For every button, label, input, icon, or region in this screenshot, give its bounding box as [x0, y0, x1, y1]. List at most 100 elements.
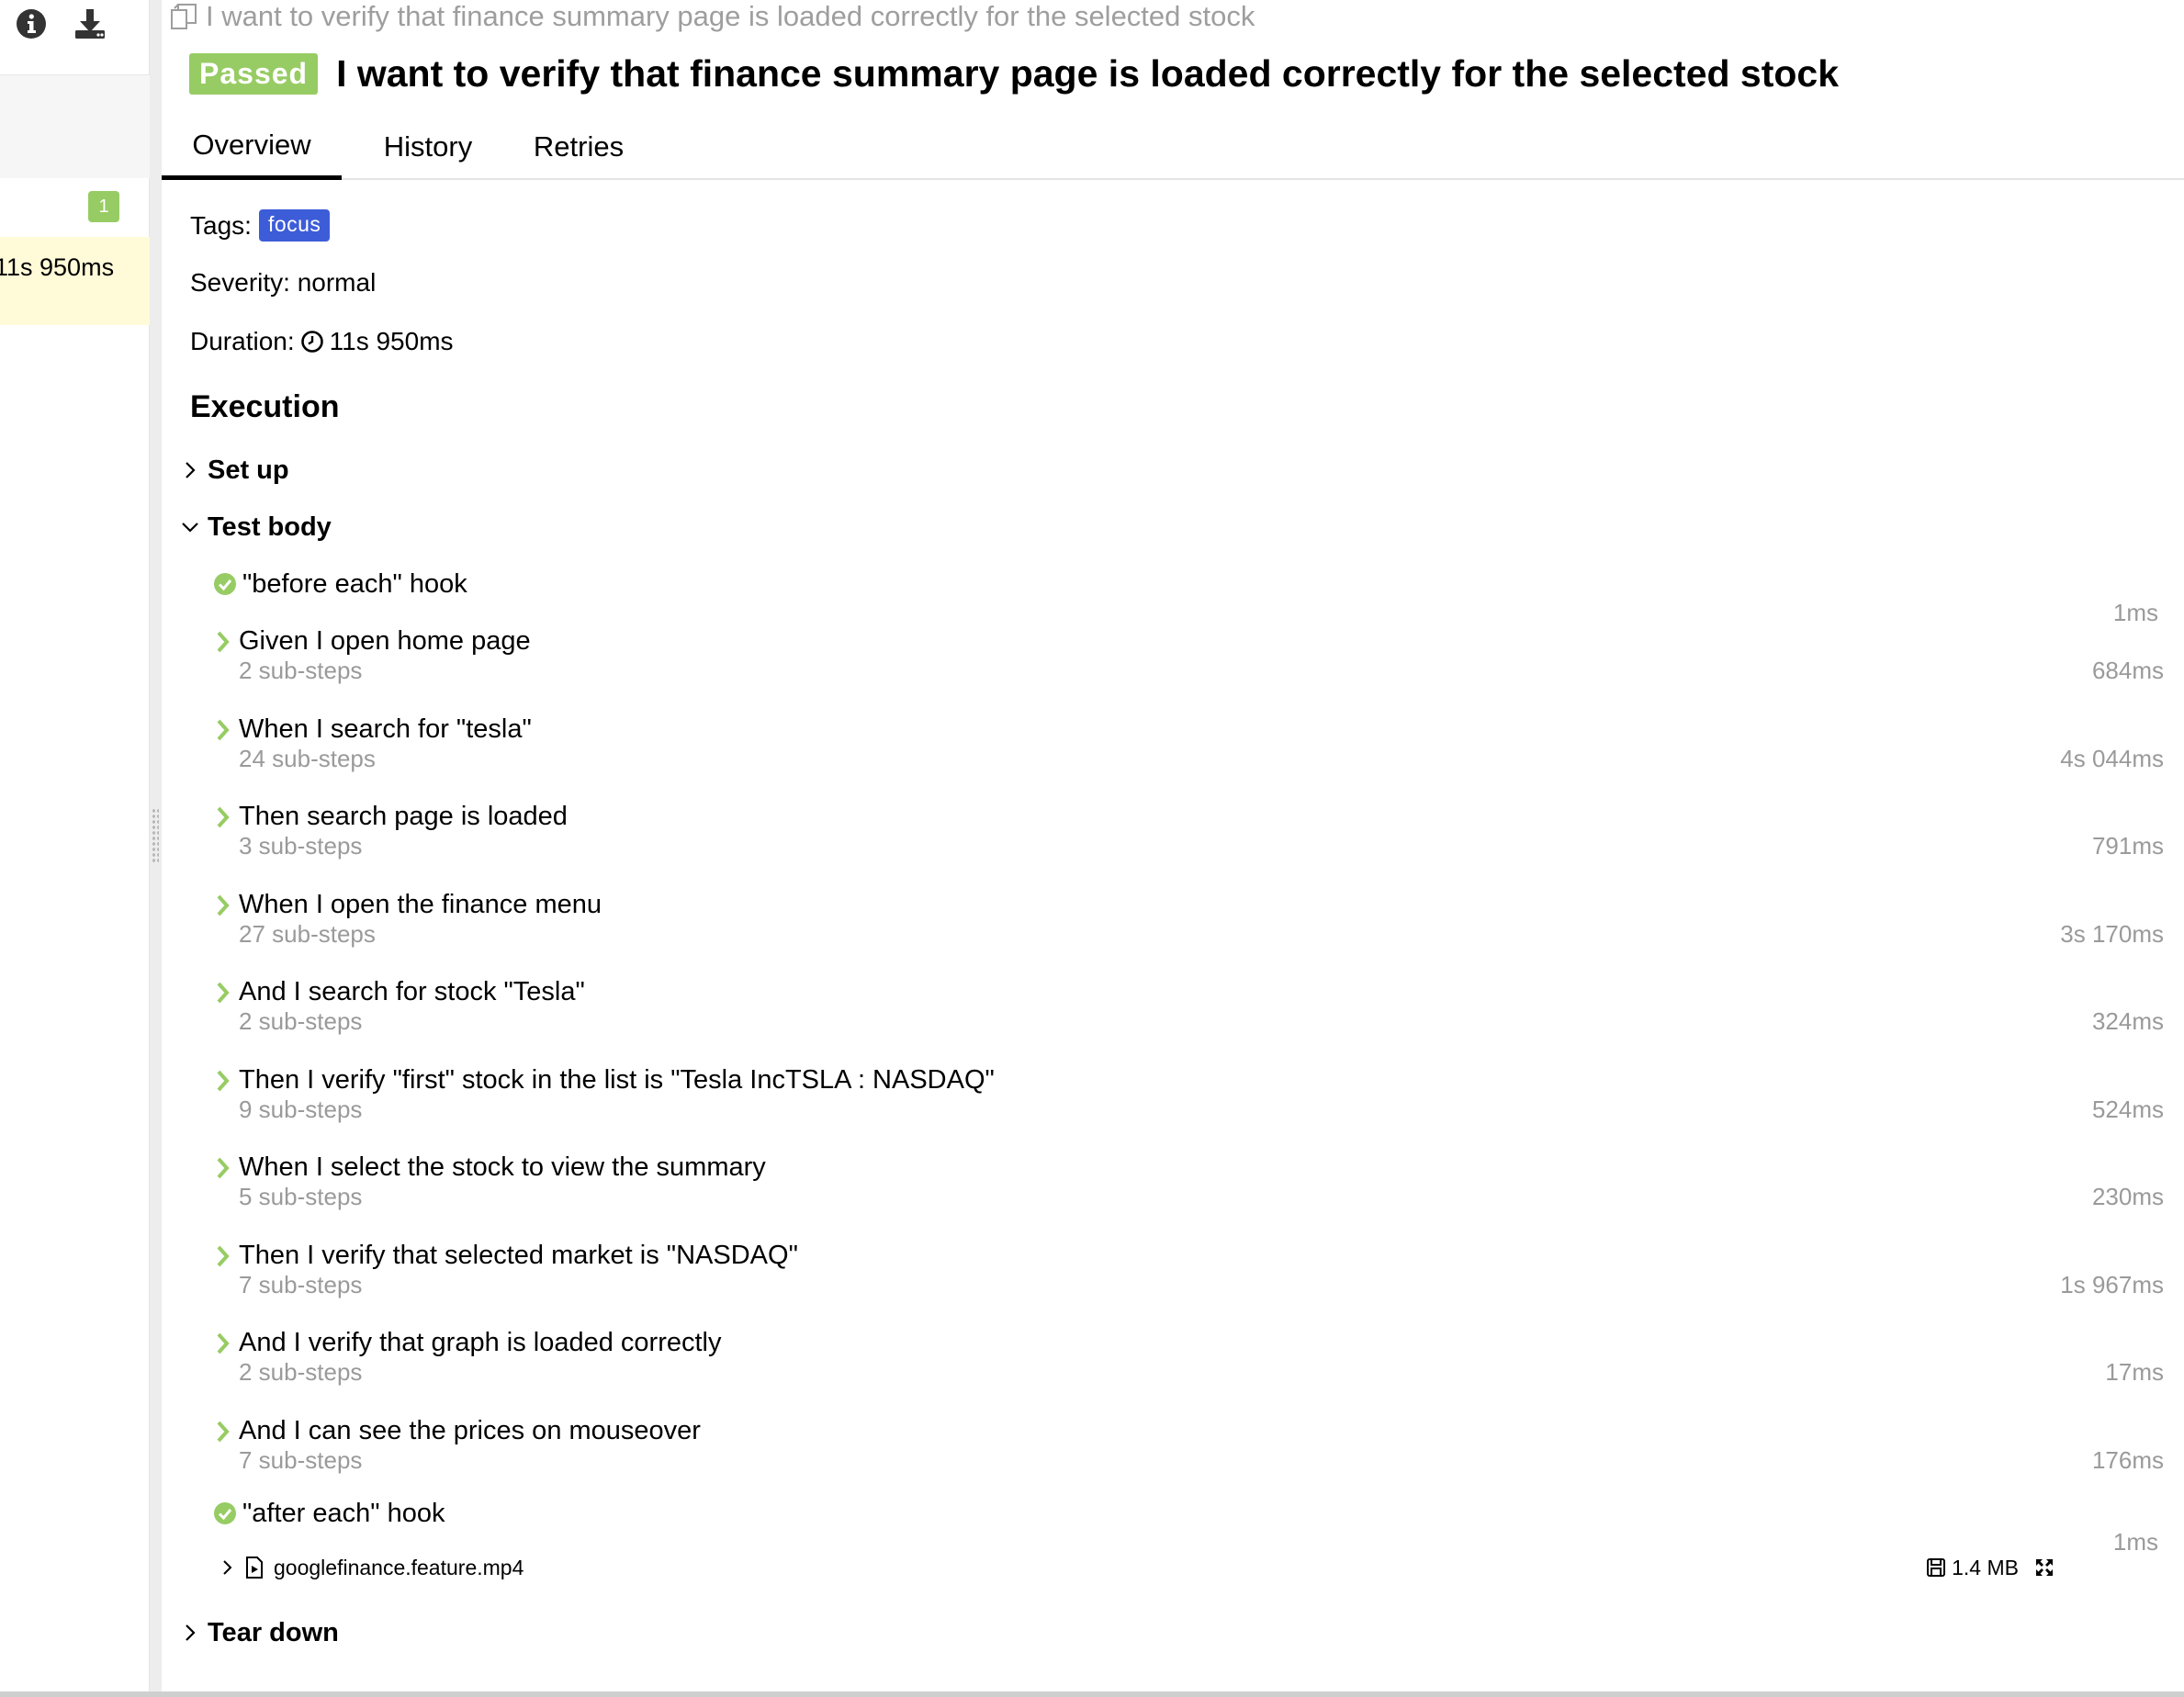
step-expand-arrow-icon[interactable]: [213, 805, 233, 829]
count-badge: 1: [88, 191, 119, 222]
execution-heading: Execution: [190, 389, 340, 424]
test-result-pane: I want to verify that finance summary pa…: [162, 0, 2184, 1697]
tags-label: Tags:: [190, 210, 252, 240]
attachment-size-text: 1.4 MB: [1952, 1555, 2019, 1579]
download-icon[interactable]: [72, 6, 108, 42]
test-full-name: I want to verify that finance summary pa…: [169, 0, 1255, 33]
step-duration: 4s 044ms: [2060, 745, 2164, 772]
step-row[interactable]: And I search for stock "Tesla" 2 sub-step…: [213, 973, 2164, 1056]
setup-label: Set up: [208, 455, 289, 485]
chevron-down-icon: [182, 523, 198, 533]
page-title: I want to verify that finance summary pa…: [336, 51, 1840, 95]
duration-label: Duration:: [190, 327, 295, 355]
before-each-hook[interactable]: "before each" hook: [213, 566, 467, 602]
duration-value: 11s 950ms: [329, 327, 454, 355]
window-bottom-edge: [0, 1691, 2184, 1697]
save-icon: [1927, 1558, 1946, 1577]
tag-badge: focus: [258, 209, 331, 242]
step-duration: 324ms: [2091, 1007, 2164, 1035]
step-name: Then I verify "first" stock in the list …: [239, 1065, 995, 1095]
hook-label: "before each" hook: [242, 568, 467, 599]
step-substeps: 7 sub-steps: [239, 1271, 363, 1298]
step-substeps: 7 sub-steps: [239, 1446, 363, 1474]
tab-retries[interactable]: Retries: [514, 114, 643, 180]
tab-overview[interactable]: Overview: [162, 114, 342, 180]
teardown-label: Tear down: [208, 1617, 339, 1647]
selected-test-duration[interactable]: 11s 950ms: [0, 237, 150, 325]
chevron-right-icon[interactable]: [219, 1559, 235, 1576]
left-tree-header: [0, 75, 150, 178]
step-substeps: 2 sub-steps: [239, 1007, 363, 1035]
expand-icon[interactable]: [2033, 1557, 2055, 1579]
step-expand-arrow-icon[interactable]: [213, 1156, 233, 1180]
attachment-row[interactable]: googlefinance.feature.mp4 1.4 MB: [219, 1552, 2129, 1583]
test-tree-panel: 1 11s 950ms: [0, 0, 150, 1697]
step-duration: 230ms: [2091, 1183, 2164, 1210]
splitter-handle-icon[interactable]: [152, 808, 159, 863]
step-duration: 791ms: [2091, 832, 2164, 860]
step-name: Given I open home page: [239, 626, 531, 656]
info-icon[interactable]: [13, 6, 50, 42]
step-substeps: 24 sub-steps: [239, 745, 376, 772]
step-name: When I open the finance menu: [239, 890, 602, 919]
copy-icon[interactable]: [169, 2, 198, 31]
step-name: Then I verify that selected market is "N…: [239, 1241, 798, 1270]
step-name: And I verify that graph is loaded correc…: [239, 1328, 722, 1357]
step-name: Then search page is loaded: [239, 802, 568, 831]
step-expand-arrow-icon[interactable]: [213, 1420, 233, 1444]
step-name: When I select the stock to view the summ…: [239, 1152, 766, 1182]
step-expand-arrow-icon[interactable]: [213, 1069, 233, 1093]
step-row[interactable]: Then I verify "first" stock in the list …: [213, 1062, 2164, 1144]
tab-history[interactable]: History: [364, 114, 492, 180]
step-row[interactable]: And I verify that graph is loaded correc…: [213, 1324, 2164, 1407]
step-name: And I search for stock "Tesla": [239, 977, 585, 1006]
step-expand-arrow-icon[interactable]: [213, 630, 233, 654]
severity-row: Severity: normal: [190, 268, 377, 297]
step-expand-arrow-icon[interactable]: [213, 1332, 233, 1355]
chevron-right-icon: [186, 1624, 196, 1641]
step-duration: 17ms: [2105, 1358, 2164, 1386]
step-expand-arrow-icon[interactable]: [213, 893, 233, 917]
setup-section[interactable]: Set up: [180, 452, 289, 489]
passed-check-icon: [214, 573, 236, 595]
passed-check-icon: [214, 1502, 236, 1524]
step-row[interactable]: When I search for "tesla" 24 sub-steps 4s …: [213, 711, 2164, 793]
status-badge: Passed: [189, 52, 319, 95]
step-duration: 684ms: [2091, 657, 2164, 684]
tab-bar: Overview History Retries: [162, 114, 2184, 180]
test-full-name-text: I want to verify that finance summary pa…: [206, 0, 1255, 32]
step-expand-arrow-icon[interactable]: [213, 718, 233, 742]
duration-row: Duration: 11s 950ms: [190, 327, 454, 356]
chevron-right-icon: [186, 462, 196, 478]
after-each-hook[interactable]: "after each" hook: [213, 1495, 445, 1532]
attachment-size[interactable]: 1.4 MB: [1926, 1556, 2019, 1580]
step-substeps: 9 sub-steps: [239, 1096, 363, 1123]
step-row[interactable]: Given I open home page 2 sub-steps 684ms: [213, 623, 2164, 705]
step-row[interactable]: Then search page is loaded 3 sub-steps 791…: [213, 798, 2164, 881]
clock-icon: [300, 331, 323, 353]
step-expand-arrow-icon[interactable]: [213, 981, 233, 1005]
tags-row: Tags: focus: [190, 209, 331, 242]
left-toolbar: [0, 0, 150, 75]
step-row[interactable]: Then I verify that selected market is "N…: [213, 1237, 2164, 1320]
step-duration: 1s 967ms: [2060, 1271, 2164, 1298]
step-name: When I search for "tesla": [239, 714, 532, 744]
step-name: And I can see the prices on mouseover: [239, 1416, 701, 1445]
hook-label: "after each" hook: [242, 1498, 445, 1528]
step-duration: 176ms: [2091, 1446, 2164, 1474]
attachment-filename: googlefinance.feature.mp4: [274, 1555, 524, 1579]
step-substeps: 3 sub-steps: [239, 832, 363, 860]
teardown-section[interactable]: Tear down: [180, 1614, 339, 1651]
video-file-icon: [246, 1557, 263, 1579]
title-row: Passed I want to verify that finance sum…: [189, 48, 1839, 99]
test-body-section[interactable]: Test body: [180, 509, 332, 545]
step-row[interactable]: And I can see the prices on mouseover 7 s…: [213, 1412, 2164, 1495]
step-duration: 524ms: [2091, 1096, 2164, 1123]
step-expand-arrow-icon[interactable]: [213, 1244, 233, 1268]
step-substeps: 2 sub-steps: [239, 1358, 363, 1386]
step-duration: 3s 170ms: [2060, 920, 2164, 948]
step-row[interactable]: When I select the stock to view the summ…: [213, 1149, 2164, 1231]
step-row[interactable]: When I open the finance menu 27 sub-steps…: [213, 886, 2164, 969]
step-substeps: 27 sub-steps: [239, 920, 376, 948]
step-substeps: 2 sub-steps: [239, 657, 363, 684]
